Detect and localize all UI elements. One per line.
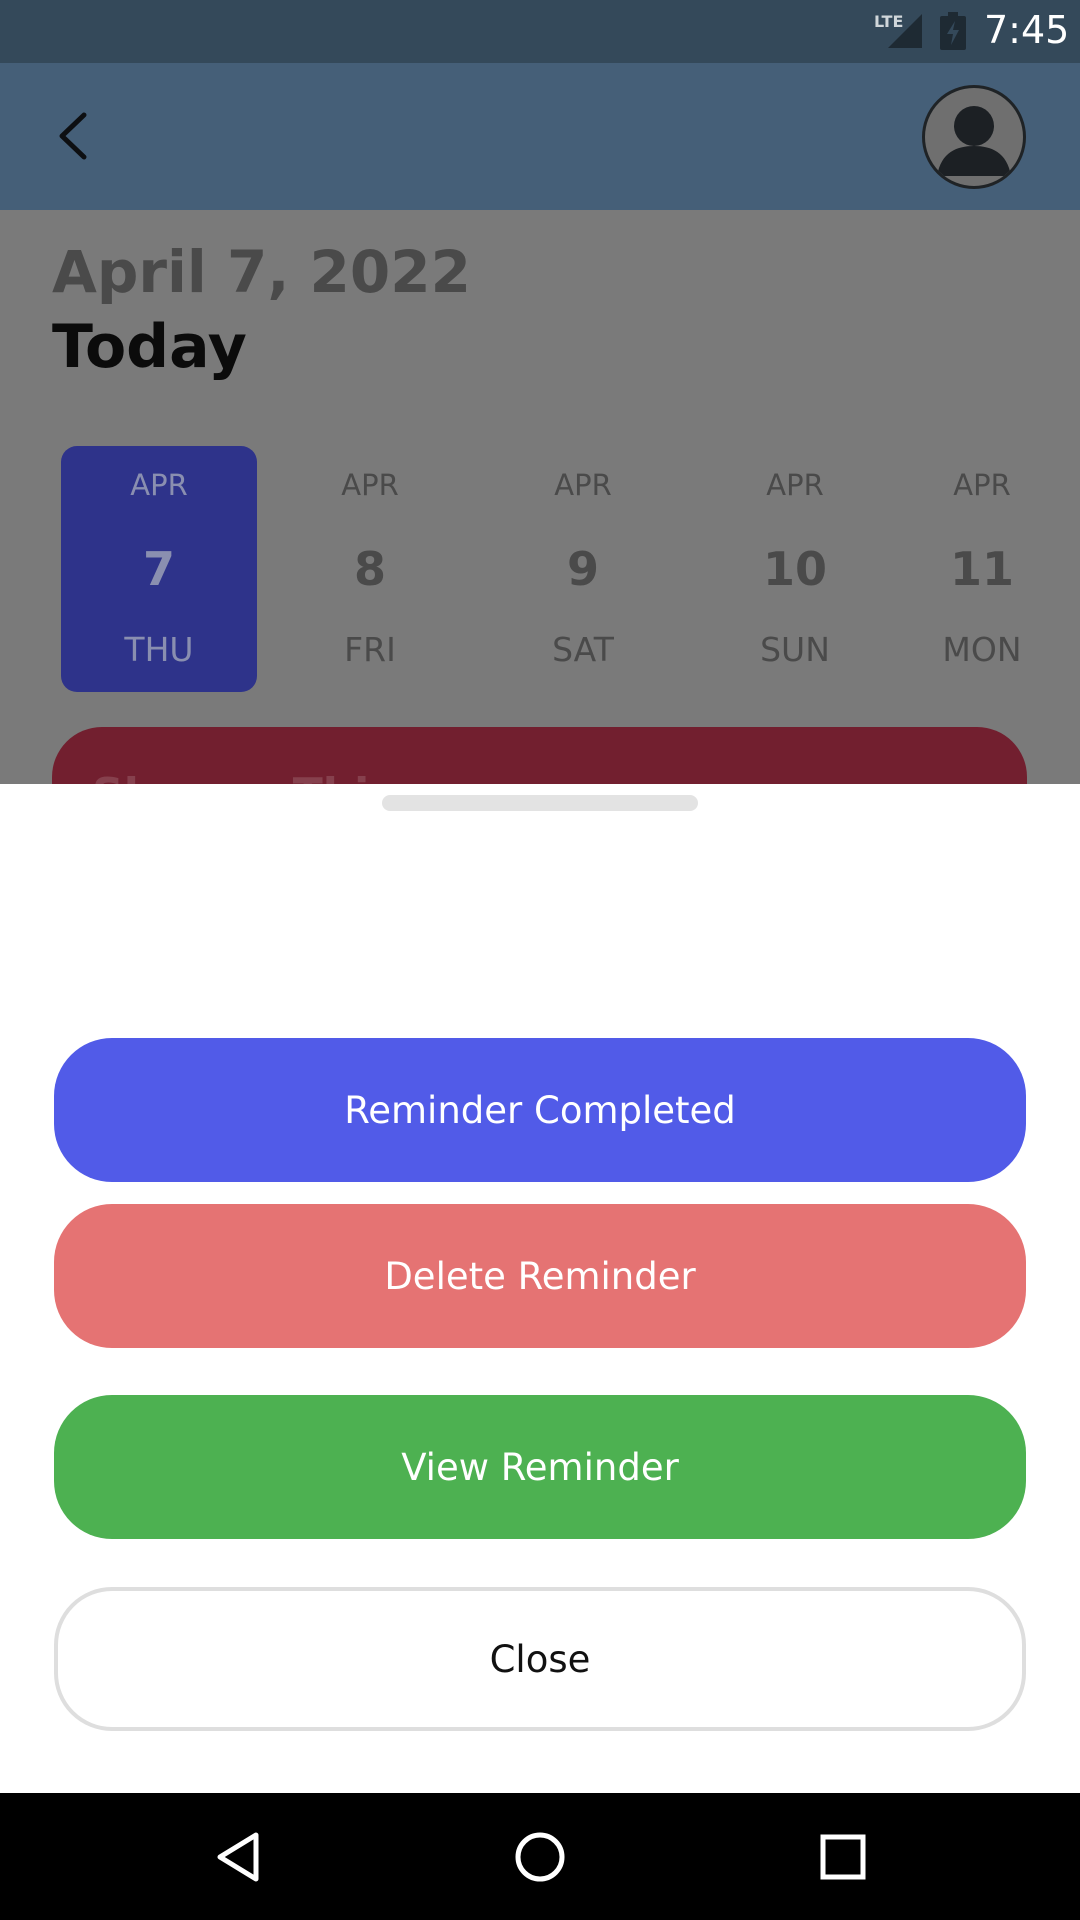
reminder-actions-sheet: Reminder Completed Delete Reminder View … <box>0 784 1080 1793</box>
status-bar: LTE 7:45 <box>0 0 1080 63</box>
reminder-completed-button[interactable]: Reminder Completed <box>54 1038 1026 1182</box>
user-avatar-icon <box>937 106 1011 176</box>
battery-charging-icon <box>940 12 966 50</box>
day-weekday: SUN <box>760 630 830 669</box>
nav-back-icon[interactable] <box>208 1827 268 1887</box>
arrow-back-icon[interactable] <box>54 109 94 163</box>
day-number: 11 <box>949 542 1014 596</box>
view-reminder-button[interactable]: View Reminder <box>54 1395 1026 1539</box>
day-month: APR <box>341 468 399 502</box>
date-heading: April 7, 2022 <box>52 238 471 306</box>
day-number: 7 <box>142 542 175 596</box>
day-weekday: MON <box>942 630 1022 669</box>
day-month: APR <box>130 468 188 502</box>
close-button[interactable]: Close <box>54 1587 1026 1731</box>
today-heading: Today <box>52 312 247 382</box>
day-month: APR <box>554 468 612 502</box>
nav-recents-icon[interactable] <box>813 1827 873 1887</box>
day-card-sun[interactable]: APR 10 SUN <box>697 446 893 692</box>
day-weekday: THU <box>124 630 194 669</box>
app-bar <box>0 63 1080 210</box>
signal-icon <box>888 14 922 48</box>
day-number: 9 <box>566 542 599 596</box>
clock: 7:45 <box>984 8 1070 52</box>
nav-home-icon[interactable] <box>510 1827 570 1887</box>
day-card-mon[interactable]: APR 11 MON <box>884 446 1080 692</box>
day-month: APR <box>766 468 824 502</box>
day-card-thu[interactable]: APR 7 THU <box>61 446 257 692</box>
day-weekday: SAT <box>552 630 614 669</box>
day-number: 8 <box>353 542 386 596</box>
sheet-drag-handle[interactable] <box>382 795 698 811</box>
delete-reminder-button[interactable]: Delete Reminder <box>54 1204 1026 1348</box>
calendar-content: April 7, 2022 Today APR 7 THU APR 8 FRI … <box>0 210 1080 827</box>
day-card-fri[interactable]: APR 8 FRI <box>272 446 468 692</box>
system-nav-bar <box>0 1793 1080 1920</box>
day-weekday: FRI <box>344 630 396 669</box>
day-number: 10 <box>762 542 827 596</box>
day-month: APR <box>953 468 1011 502</box>
day-card-sat[interactable]: APR 9 SAT <box>485 446 681 692</box>
user-avatar-button[interactable] <box>922 85 1026 189</box>
